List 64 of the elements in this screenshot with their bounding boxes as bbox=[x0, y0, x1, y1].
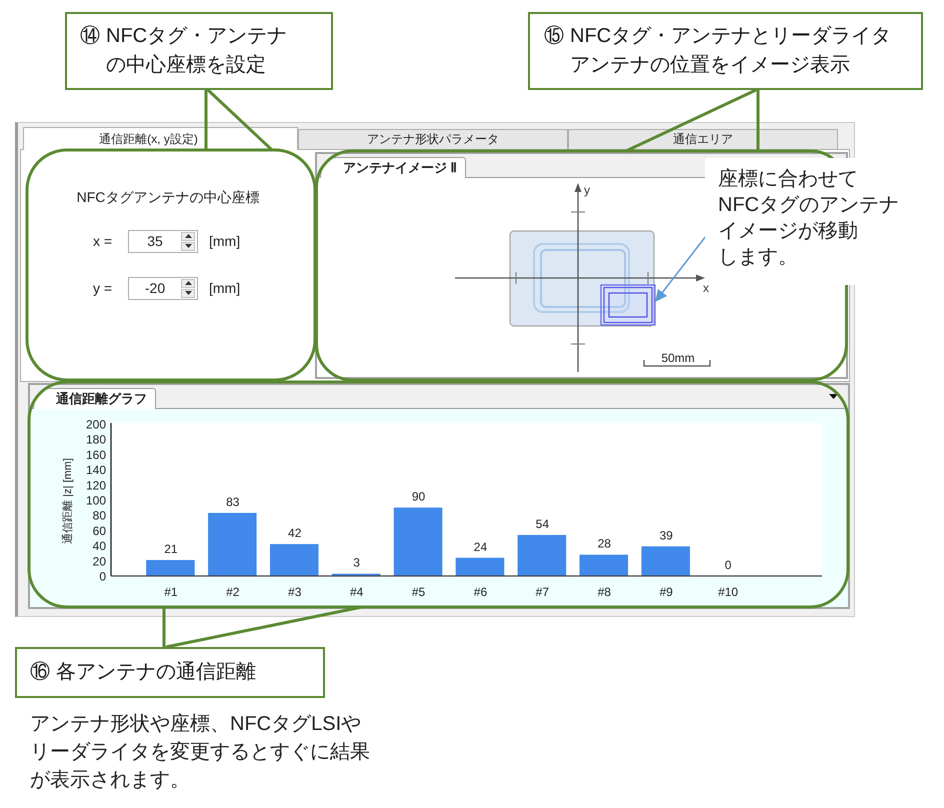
y-tick-label: 140 bbox=[86, 463, 106, 478]
data-label: 54 bbox=[536, 516, 550, 531]
x-tick-label: #2 bbox=[226, 585, 240, 599]
caret-down-icon[interactable] bbox=[829, 394, 838, 399]
spin-down-button[interactable] bbox=[181, 288, 195, 298]
x-tick-label: #10 bbox=[718, 585, 738, 599]
description-text: アンテナ形状や座標、NFCタグLSIや リーダライタを変更するとすぐに結果 が表示されます。 bbox=[30, 712, 370, 793]
tab[interactable]: 通信距離グラフ bbox=[33, 388, 156, 409]
data-label: 83 bbox=[226, 494, 240, 509]
x-tick-label: #5 bbox=[412, 585, 426, 599]
x-tick-label: #3 bbox=[288, 585, 302, 599]
up-triangle-icon bbox=[184, 281, 192, 285]
x-tick-label: #4 bbox=[350, 585, 364, 599]
y-tick-label: 80 bbox=[92, 508, 106, 523]
section-title: NFCタグアンテナの中心座標 bbox=[76, 188, 260, 206]
data-label: 90 bbox=[412, 490, 426, 504]
callout-text: NFCタグ・アンテナとリーダライタ アンテナの位置をイメージ表示 bbox=[570, 24, 892, 78]
field-label: x = bbox=[93, 233, 114, 249]
callout-number: ⑭ bbox=[80, 24, 100, 49]
callout-number: ⑮ bbox=[544, 24, 564, 49]
unit-label: [mm] bbox=[209, 233, 240, 249]
x-tick-label: #1 bbox=[164, 585, 178, 599]
y-tick-label: 20 bbox=[92, 554, 106, 568]
y-tick-label: 180 bbox=[86, 432, 106, 447]
callout-text: 各アンテナの通信距離 bbox=[56, 660, 256, 685]
y-tick-label: 120 bbox=[86, 478, 106, 492]
tab[interactable]: 通信エリア bbox=[568, 129, 838, 149]
y-tick-label: 200 bbox=[86, 418, 106, 432]
x-tick-label: #8 bbox=[598, 585, 611, 599]
data-label: 39 bbox=[660, 528, 673, 542]
up-triangle-icon bbox=[184, 234, 192, 238]
y-tick-label: 40 bbox=[92, 539, 106, 554]
data-label: 28 bbox=[598, 536, 611, 551]
tag-antenna bbox=[600, 284, 656, 326]
data-label: 0 bbox=[724, 558, 732, 572]
callout-number: ⑯ bbox=[30, 660, 50, 685]
x-tick-label: #7 bbox=[536, 585, 550, 599]
spin-up-button[interactable] bbox=[181, 232, 195, 240]
x-tick-label: #9 bbox=[660, 585, 673, 599]
y-tick-label: 100 bbox=[86, 494, 106, 508]
callout-text: NFCタグ・アンテナ の中心座標を設定 bbox=[106, 24, 288, 78]
y-axis-title: 通信距離 |z| [mm] bbox=[62, 458, 74, 544]
unit-label: [mm] bbox=[209, 280, 240, 296]
spin-up-button[interactable] bbox=[181, 278, 195, 288]
down-triangle-icon bbox=[184, 244, 192, 248]
tab[interactable]: アンテナ形状パラメータ bbox=[298, 129, 568, 149]
y-tick-label: 0 bbox=[99, 570, 106, 584]
axis-label: y bbox=[584, 183, 590, 197]
scale-label: 50mm bbox=[661, 351, 695, 365]
x-tick-label: #6 bbox=[474, 585, 488, 599]
spin-down-button[interactable] bbox=[181, 242, 195, 250]
y-tick-label: 60 bbox=[92, 524, 106, 538]
number-field[interactable]: -20 bbox=[128, 276, 198, 300]
data-label: 21 bbox=[164, 542, 178, 556]
tab[interactable]: 通信距離(x, y設定) bbox=[23, 127, 298, 150]
tab[interactable]: アンテナイメージ Ⅱ bbox=[320, 157, 466, 178]
number-field[interactable]: 35 bbox=[128, 230, 198, 252]
down-triangle-icon bbox=[184, 291, 192, 295]
y-tick-label: 160 bbox=[86, 448, 106, 462]
data-label: 42 bbox=[288, 526, 302, 540]
data-label: 3 bbox=[353, 556, 360, 570]
field-label: y = bbox=[93, 280, 114, 296]
data-label: 24 bbox=[474, 540, 488, 554]
pointer-arrow bbox=[655, 236, 707, 302]
